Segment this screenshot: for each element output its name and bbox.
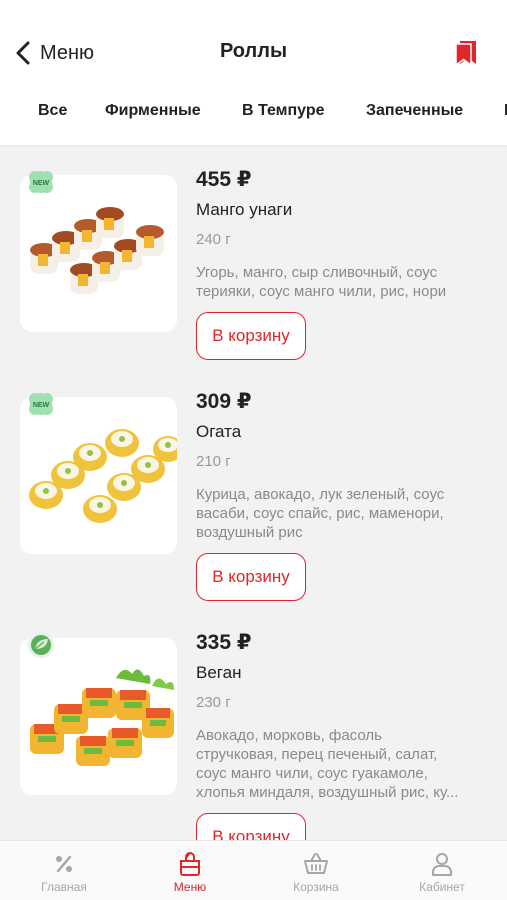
category-tabs: Все Фирменные В Темпуре Запеченные Н <box>0 98 507 128</box>
product-image <box>20 638 177 795</box>
product-name: Манго унаги <box>196 200 293 219</box>
new-badge-icon: NEW <box>29 393 53 415</box>
product-weight: 210 г <box>196 453 231 470</box>
nav-menu[interactable]: Меню <box>140 851 240 894</box>
tab-signature[interactable]: Фирменные <box>105 102 201 120</box>
product-price: 309 ₽ <box>196 390 252 413</box>
product-description: Угорь, манго, сыр сливочный, соус терияк… <box>196 264 447 300</box>
product-weight: 240 г <box>196 231 231 248</box>
nav-home[interactable]: Главная <box>14 851 114 894</box>
percent-icon <box>56 855 72 873</box>
product-description: Авокадо, морковь, фасоль стручковая, пер… <box>196 727 459 801</box>
bookmarks-icon[interactable] <box>455 40 477 66</box>
nav-label: Корзина <box>293 880 339 894</box>
nav-label: Кабинет <box>419 880 465 894</box>
product-description: Курица, авокадо, лук зеленый, соус васаб… <box>196 486 445 541</box>
nav-cart[interactable]: Корзина <box>266 851 366 894</box>
menu-bag-icon <box>180 852 200 876</box>
user-icon <box>432 853 452 876</box>
add-to-cart-button[interactable]: В корзину <box>196 553 306 601</box>
product-list[interactable]: NEW 455 ₽ Манго унаги 240 г Угорь, манго… <box>0 145 507 840</box>
svg-text:NEW: NEW <box>33 402 50 409</box>
vegan-badge-icon <box>28 632 54 658</box>
tab-all[interactable]: Все <box>38 102 67 120</box>
add-to-cart-button[interactable]: В корзину <box>196 312 306 360</box>
tab-baked[interactable]: Запеченные <box>366 102 463 120</box>
product-weight: 230 г <box>196 694 231 711</box>
basket-icon <box>304 853 328 874</box>
product-price: 335 ₽ <box>196 631 252 654</box>
product-price: 455 ₽ <box>196 168 252 191</box>
nav-label: Главная <box>41 880 87 894</box>
svg-text:NEW: NEW <box>33 180 50 187</box>
tab-tempura[interactable]: В Темпуре <box>242 102 325 120</box>
add-to-cart-button[interactable]: В корзину <box>196 813 306 840</box>
nav-account[interactable]: Кабинет <box>392 851 492 894</box>
nav-label: Меню <box>173 880 207 894</box>
bottom-navigation: Главная Меню Корзина Кабинет <box>0 840 507 900</box>
header: Меню Роллы Все Фирменные В Темпуре Запеч… <box>0 0 507 145</box>
new-badge-icon: NEW <box>29 171 53 193</box>
product-name: Веган <box>196 663 242 682</box>
page-title: Роллы <box>219 40 288 62</box>
product-name: Огата <box>196 422 242 441</box>
product-image <box>20 397 177 554</box>
product-image <box>20 175 177 332</box>
